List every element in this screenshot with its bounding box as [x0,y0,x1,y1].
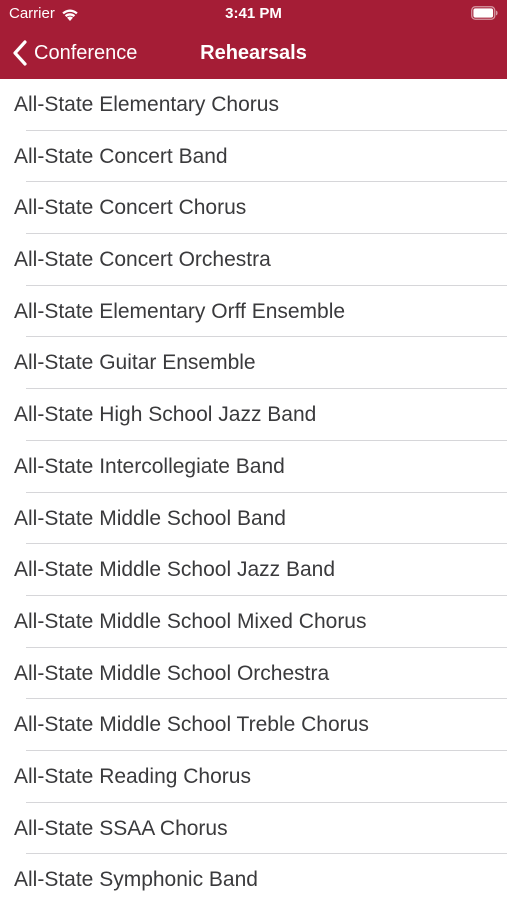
list-item-label: All-State Middle School Jazz Band [14,558,335,582]
list-item[interactable]: All-State Symphonic Band [0,854,507,906]
list-item[interactable]: All-State Guitar Ensemble [0,337,507,390]
list-item[interactable]: All-State Reading Chorus [0,751,507,803]
list-item[interactable]: All-State Middle School Jazz Band [0,544,507,596]
list-item[interactable]: All-State Concert Chorus [0,182,507,235]
navigation-bar: Conference Rehearsals [0,28,507,79]
list-item[interactable]: All-State Concert Orchestra [0,234,507,286]
list-item[interactable]: All-State Middle School Orchestra [0,648,507,700]
list-item[interactable]: All-State Middle School Treble Chorus [0,699,507,751]
list-item[interactable]: All-State SSAA Chorus [0,803,507,855]
page-title: Rehearsals [200,42,307,64]
list-item-label: All-State Concert Chorus [14,196,247,220]
list-item[interactable]: All-State Concert Band [0,131,507,183]
battery-icon [471,6,498,20]
list-item-label: All-State Intercollegiate Band [14,454,285,478]
list-item-label: All-State Middle School Treble Chorus [14,713,369,737]
header: Carrier 3:41 PM Conference Rehearsals [0,0,507,79]
list-item[interactable]: All-State Middle School Band [0,493,507,545]
status-time: 3:41 PM [225,5,282,22]
status-bar: Carrier 3:41 PM [0,0,507,28]
list-item-label: All-State Symphonic Band [14,868,258,892]
list-item[interactable]: All-State Intercollegiate Band [0,441,507,493]
list-item-label: All-State High School Jazz Band [14,403,317,427]
list-item-label: All-State Middle School Mixed Chorus [14,609,367,633]
rehearsals-list: All-State Elementary Chorus All-State Co… [0,79,507,906]
list-item-label: All-State Concert Band [14,144,228,168]
list-item-label: All-State Elementary Chorus [14,93,279,116]
list-item-label: All-State Middle School Band [14,506,286,530]
list-item-label: All-State Reading Chorus [14,764,251,788]
list-item-label: All-State Elementary Orff Ensemble [14,299,346,323]
list-item-label: All-State Guitar Ensemble [14,351,256,375]
list-item-label: All-State Middle School Orchestra [14,661,330,685]
list-item-label: All-State SSAA Chorus [14,816,228,840]
list-item[interactable]: All-State Elementary Chorus [0,79,507,131]
list-item-label: All-State Concert Orchestra [14,248,271,272]
list-item[interactable]: All-State Elementary Orff Ensemble [0,286,507,338]
list-item[interactable]: All-State High School Jazz Band [0,389,507,441]
list-item[interactable]: All-State Middle School Mixed Chorus [0,596,507,648]
